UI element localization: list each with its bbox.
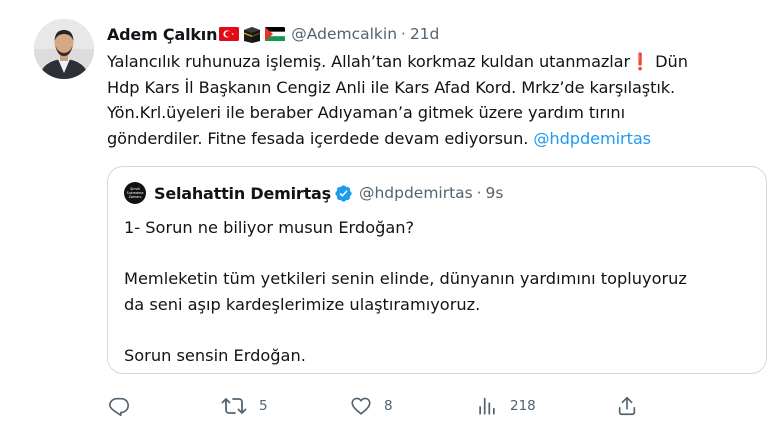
red-exclamation-icon: ❗	[630, 52, 651, 71]
avatar-photo	[34, 19, 94, 79]
tweet-line-text: Yalancılık ruhunuza işlemiş. Allah’tan k…	[107, 52, 631, 71]
like-button[interactable]: 8	[350, 392, 393, 420]
kaaba-icon	[244, 27, 261, 43]
tweet-line: Yalancılık ruhunuza işlemiş. Allah’tan k…	[107, 49, 757, 75]
quoted-tweet-text: 1- Sorun ne biliyor musun Erdoğan? Memle…	[124, 215, 754, 368]
quoted-tweet[interactable]: Şimdi Susmama Zamanı Selahattin Demirtaş…	[107, 166, 767, 374]
turkey-flag-icon	[219, 27, 240, 41]
heart-icon	[351, 397, 371, 415]
separator-dot: ·	[476, 184, 482, 202]
retweet-button[interactable]: 5	[221, 392, 268, 420]
like-count: 8	[384, 398, 393, 414]
verified-badge-icon	[334, 184, 353, 203]
tweet-line-tail: Dün	[650, 52, 688, 71]
quoted-line: da seni aşıp kardeşlerimize ulaştıramıyo…	[124, 294, 481, 314]
action-bar: 5 8 218	[0, 392, 770, 420]
author-handle[interactable]: @Ademcalkin	[291, 25, 397, 43]
tweet-header: Adem Çalkın @Ademcalkin · 21d	[107, 22, 439, 46]
quoted-line: 1- Sorun ne biliyor musun Erdoğan?	[124, 218, 415, 237]
views-count: 218	[510, 398, 536, 414]
quoted-tweet-header: Şimdi Susmama Zamanı Selahattin Demirtaş…	[124, 181, 503, 205]
retweet-icon	[221, 398, 247, 414]
quoted-line: Sorun sensin Erdoğan.	[124, 345, 306, 365]
palestine-flag-icon	[265, 27, 286, 41]
quoted-line: Memleketin tüm yetkileri senin elinde, d…	[124, 269, 687, 288]
tweet-line-text: gönderdiler. Fitne fesada içerdede devam…	[107, 128, 529, 148]
quoted-tweet-time[interactable]: 9s	[486, 184, 504, 202]
reply-icon	[109, 397, 129, 417]
quoted-author-name[interactable]: Selahattin Demirtaş	[154, 184, 331, 203]
author-avatar[interactable]	[34, 19, 94, 79]
tweet-line: Hdp Kars İl Başkanın Cengiz Anli ile Kar…	[107, 77, 676, 97]
reply-button[interactable]	[108, 392, 130, 420]
share-icon	[618, 396, 636, 416]
tweet-time[interactable]: 21d	[410, 25, 440, 43]
views-button[interactable]: 218	[476, 392, 536, 420]
author-name[interactable]: Adem Çalkın	[107, 25, 217, 44]
retweet-count: 5	[259, 398, 268, 414]
tweet[interactable]: Adem Çalkın @Ademcalkin · 21d Yalancılık…	[0, 0, 770, 426]
quoted-avatar-text: Zamanı	[128, 195, 142, 199]
mention-link[interactable]: @hdpdemirtas	[533, 129, 651, 148]
tweet-line: gönderdiler. Fitne fesada içerdede devam…	[107, 126, 757, 152]
separator-dot: ·	[401, 25, 406, 43]
quoted-author-handle[interactable]: @hdpdemirtas	[359, 184, 473, 202]
tweet-line: Yön.Krl.üyeleri ile beraber Adıyaman’a g…	[107, 103, 625, 122]
name-emojis	[219, 25, 286, 43]
quoted-author-avatar[interactable]: Şimdi Susmama Zamanı	[124, 182, 146, 204]
views-chart-icon	[479, 397, 495, 415]
share-button[interactable]	[616, 392, 638, 420]
tweet-text: Yalancılık ruhunuza işlemiş. Allah’tan k…	[107, 49, 757, 151]
